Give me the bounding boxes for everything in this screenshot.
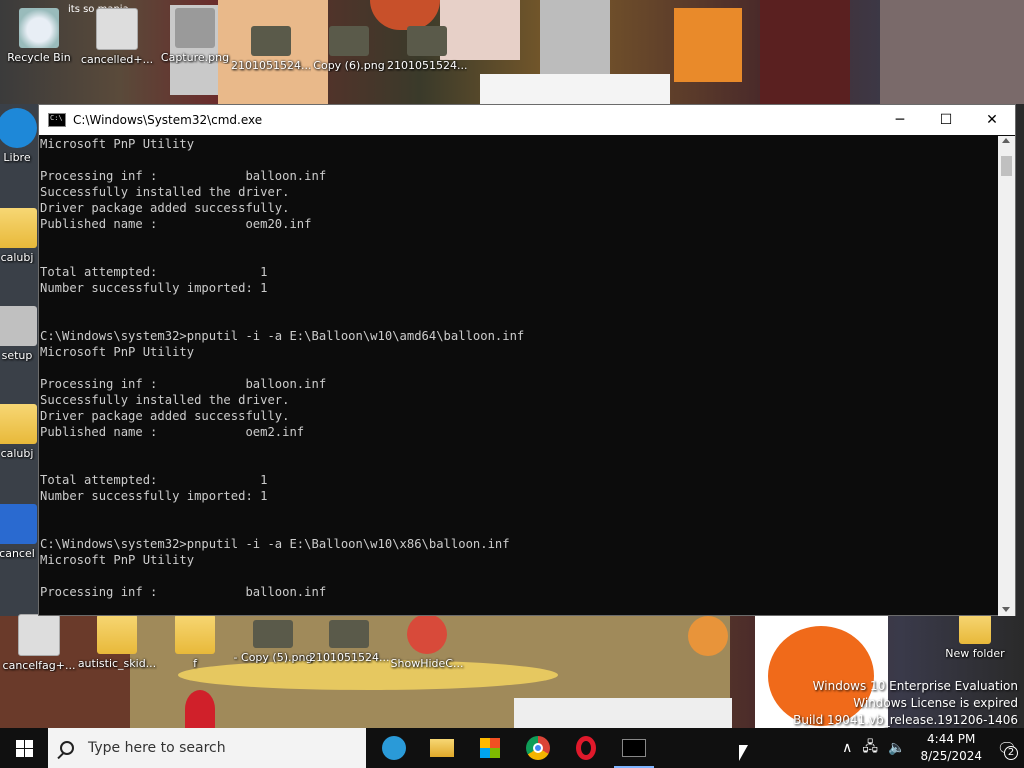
taskbar-app-chrome[interactable] [514,728,562,768]
notification-count-badge: 2 [1004,746,1018,760]
volume-icon[interactable]: 🔈 [888,740,905,756]
clock-date: 8/25/2024 [920,749,982,763]
desktop-icon-file[interactable]: cancelfag+... [2,614,76,672]
desktop-icon-file[interactable]: cancelled+... [80,8,154,66]
desktop-icon-label: cancelled+... [80,53,154,66]
image-file-icon [329,620,369,648]
store-icon [480,738,500,758]
windows-logo-icon [15,739,33,757]
opera-icon [576,736,596,760]
show-hidden-icons-chevron-icon[interactable]: ∧ [842,740,852,756]
desktop-icon-recycle-bin[interactable]: Recycle Bin [2,8,76,64]
maximize-button[interactable]: ☐ [923,105,969,135]
document-icon [0,504,37,544]
image-file-icon [253,620,293,648]
file-icon [18,614,60,656]
action-center-button[interactable]: 🗨 2 [990,728,1024,768]
folder-icon [0,404,37,444]
search-icon [60,741,74,755]
folder-icon [430,739,454,757]
app-icon [407,614,447,654]
wallpaper-image [688,616,728,656]
app-icon [0,108,37,148]
minimize-button[interactable]: ─ [877,105,923,135]
wallpaper-image [880,0,1024,104]
vertical-scrollbar[interactable] [998,136,1015,616]
wallpaper-image [185,690,215,728]
console-output[interactable]: Microsoft PnP Utility Processing inf : b… [39,136,1000,616]
taskbar-search-box[interactable]: Type here to search [48,728,366,768]
desktop-icon-file[interactable]: Capture.png [158,8,232,64]
scrollbar-thumb[interactable] [1001,156,1012,176]
desktop-icon-file[interactable]: - Copy (5).png [233,620,313,664]
search-placeholder: Type here to search [88,740,226,756]
desktop-icon-label: 2101051524... (2) - Copy.p... [231,59,311,72]
start-button[interactable] [0,728,48,768]
desktop-icon-folder[interactable]: New folder [938,614,1012,660]
folder-icon [97,614,137,654]
windows-watermark: Windows 10 Enterprise Evaluation Windows… [793,678,1018,729]
taskbar-app-cmd[interactable] [610,728,658,768]
setup-icon [0,306,37,346]
close-button[interactable]: ✕ [969,105,1015,135]
taskbar: Type here to search ∧ 🖧 🔈 4:44 PM 8/25/2… [0,728,1024,768]
clock[interactable]: 4:44 PM 8/25/2024 [920,731,982,765]
cmd-window[interactable]: C:\Windows\System32\cmd.exe ─ ☐ ✕ Micros… [38,104,1016,616]
desktop-icon-label: New folder [945,647,1005,660]
desktop-icon-label: ShowHideC... [390,657,464,670]
desktop-icon-label: autistic_skid... [77,657,157,670]
watermark-line: Windows License is expired [853,696,1018,710]
wallpaper-image [760,0,850,104]
watermark-line: Build 19041.vb_release.191206-1406 [793,713,1018,727]
desktop-icon-label: f [193,657,197,670]
desktop-icon-label: Capture.png [160,51,230,64]
desktop-icon-folder[interactable]: f [158,614,232,670]
cmd-icon [48,113,66,127]
image-file-icon [175,8,215,48]
desktop-icon-label: - Copy (5).png [233,651,313,664]
taskbar-app-opera[interactable] [562,728,610,768]
scroll-down-arrow-icon[interactable] [1002,607,1010,612]
taskbar-app-file-explorer[interactable] [418,728,466,768]
recycle-bin-icon [19,8,59,48]
desktop-icon-folder[interactable]: autistic_skid... [77,614,157,670]
taskbar-app-store[interactable] [466,728,514,768]
desktop-icon-label: Copy (6).png [313,59,385,72]
browser-icon [382,736,406,760]
system-tray: ∧ 🖧 🔈 4:44 PM 8/25/2024 🗨 2 [837,728,1024,768]
window-title: C:\Windows\System32\cmd.exe [73,113,263,127]
desktop-icon-app[interactable]: ShowHideC... [390,614,464,670]
console-text: Microsoft PnP Utility Processing inf : b… [40,137,525,599]
window-titlebar[interactable]: C:\Windows\System32\cmd.exe ─ ☐ ✕ [39,105,1015,135]
image-file-icon [407,26,447,56]
clock-time: 4:44 PM [927,732,976,746]
taskbar-app-browser[interactable] [370,728,418,768]
desktop-icon-file[interactable]: 2101051524... (2) - Copy.p... [231,26,311,72]
desktop-icon-file[interactable]: Copy (6).png [312,26,386,72]
chrome-icon [526,736,550,760]
window-controls: ─ ☐ ✕ [877,105,1015,135]
desktop-icon-label: 2101051524... (5) - Copy.p... [387,59,467,72]
wallpaper-image [674,8,742,82]
desktop-icon-label: Recycle Bin [7,51,71,64]
wallpaper-image [178,660,558,690]
image-file-icon [329,26,369,56]
wallpaper-image [514,698,732,728]
desktop-icon-label: cancelfag+... [2,659,76,672]
desktop-icon-file[interactable]: 2101051524... (4) - Copy.p... [309,620,389,664]
folder-icon [175,614,215,654]
folder-icon [959,614,991,644]
desktop-icon-label: 2101051524... (4) - Copy.p... [309,651,389,664]
wallpaper-image [480,74,670,104]
cmd-icon [622,739,646,757]
desktop-icon-file[interactable]: 2101051524... (5) - Copy.p... [387,26,467,72]
mouse-cursor-icon [739,745,748,761]
file-icon [96,8,138,50]
scroll-up-arrow-icon[interactable] [1002,138,1010,143]
image-file-icon [251,26,291,56]
folder-icon [0,208,37,248]
watermark-line: Windows 10 Enterprise Evaluation [812,679,1018,693]
network-icon[interactable]: 🖧 [862,736,878,760]
